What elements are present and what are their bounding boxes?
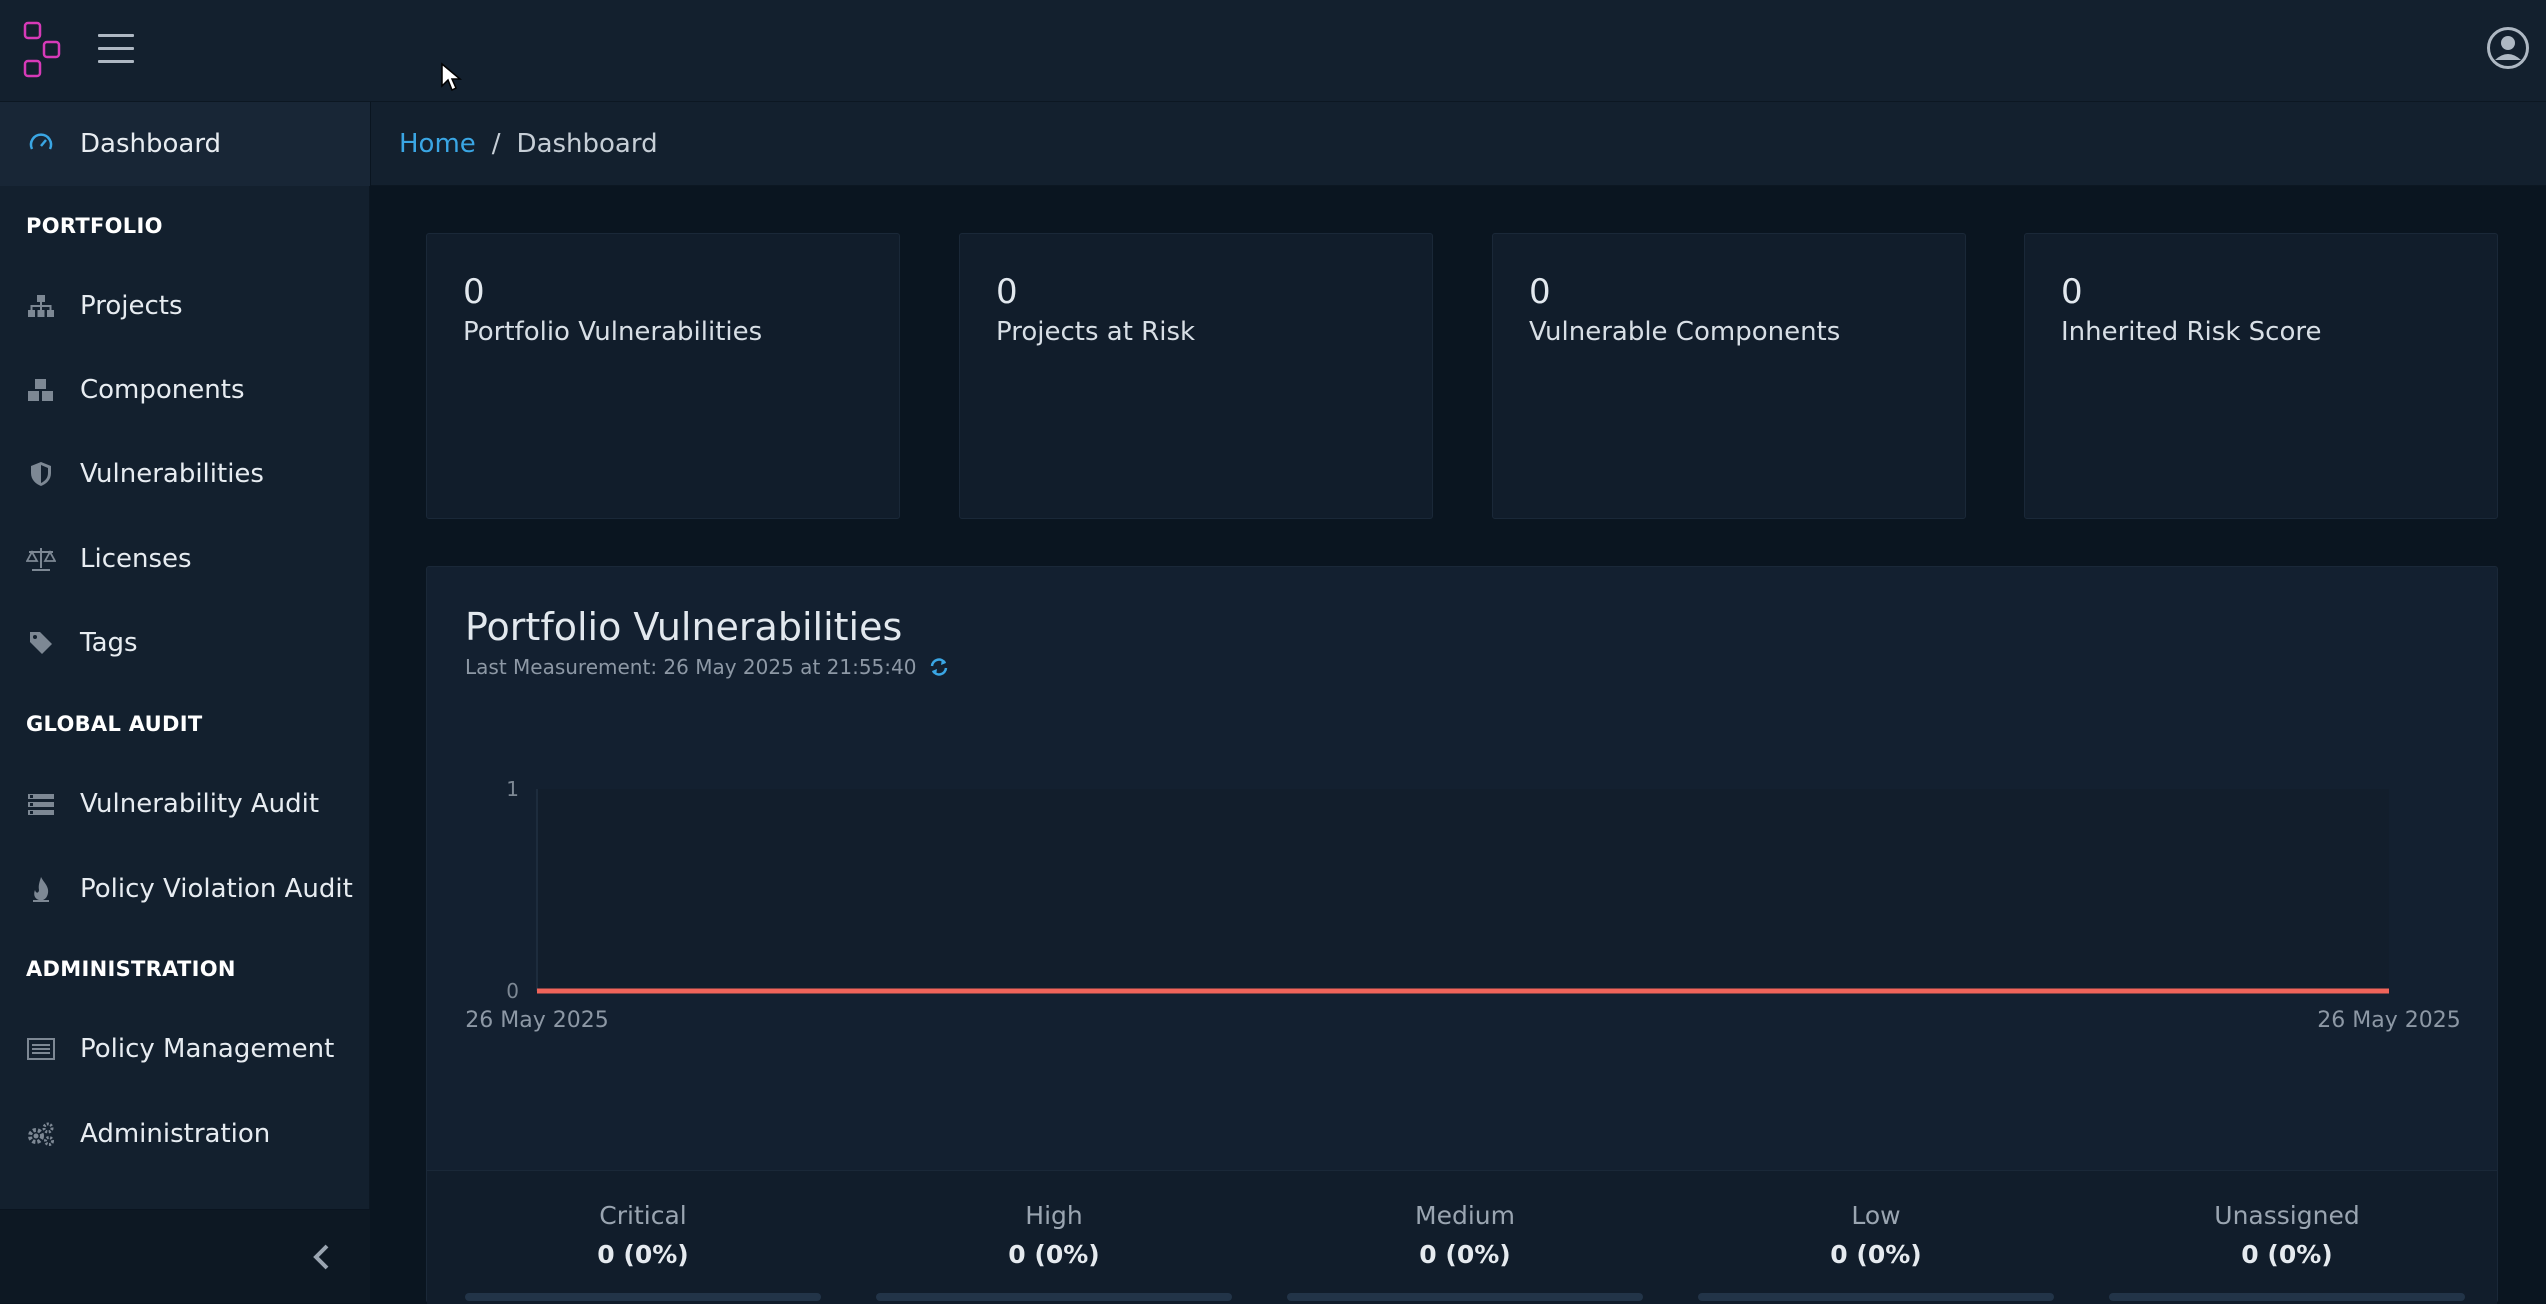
severity-critical: Critical 0 (0%) [465, 1171, 821, 1301]
severity-progress-bar [1287, 1293, 1643, 1301]
chart-x-tick-label: 26 May 2025 [2317, 1008, 2460, 1033]
severity-summary: Critical 0 (0%) High 0 (0%) Medium 0 (0%… [427, 1170, 2497, 1304]
severity-progress-bar [1698, 1293, 2054, 1301]
severity-progress-bar [876, 1293, 1232, 1301]
dependency-track-logo[interactable] [22, 20, 62, 80]
card-value: 0 [463, 272, 485, 312]
cubes-icon [26, 375, 56, 405]
chart-y-tick-label: 0 [506, 979, 519, 1003]
section-administration: ADMINISTRATION [26, 957, 236, 981]
mouse-cursor-icon [441, 62, 462, 92]
card-vulnerable-components: 0 Vulnerable Components [1492, 233, 1966, 519]
last-measurement-text: Last Measurement: 26 May 2025 at 21:55:4… [465, 655, 917, 679]
sidebar-item-licenses[interactable]: Licenses [0, 517, 370, 601]
last-measurement: Last Measurement: 26 May 2025 at 21:55:4… [465, 655, 950, 679]
severity-label: Medium [1415, 1201, 1515, 1230]
card-inherited-risk-score: 0 Inherited Risk Score [2024, 233, 2498, 519]
shield-icon [26, 459, 56, 489]
severity-value: 0 (0%) [1830, 1240, 1922, 1269]
speedometer-icon [26, 129, 56, 159]
list-alt-icon [26, 1034, 56, 1064]
sitemap-icon [26, 291, 56, 321]
user-circle-icon[interactable] [2486, 26, 2530, 70]
card-value: 0 [2061, 272, 2083, 312]
card-projects-at-risk: 0 Projects at Risk [959, 233, 1433, 519]
balance-scale-icon [26, 544, 56, 574]
sidebar-item-components[interactable]: Components [0, 348, 370, 432]
section-portfolio: PORTFOLIO [26, 214, 163, 238]
severity-value: 0 (0%) [1008, 1240, 1100, 1269]
severity-value: 0 (0%) [2241, 1240, 2333, 1269]
severity-unassigned: Unassigned 0 (0%) [2109, 1171, 2465, 1301]
sidebar-item-projects[interactable]: Projects [0, 264, 370, 348]
sidebar-item-vulnerabilities[interactable]: Vulnerabilities [0, 432, 370, 516]
breadcrumb-home-link[interactable]: Home [399, 129, 476, 159]
fire-icon [26, 874, 56, 904]
breadcrumb-current: Dashboard [516, 128, 658, 159]
severity-label: Critical [599, 1201, 687, 1230]
section-global-audit: GLOBAL AUDIT [26, 712, 203, 736]
breadcrumb-separator: / [491, 128, 501, 159]
chevron-left-icon[interactable] [308, 1242, 336, 1272]
sidebar-item-policy-violation-audit[interactable]: Policy Violation Audit [0, 847, 370, 931]
sidebar-item-vulnerability-audit[interactable]: Vulnerability Audit [0, 762, 370, 846]
top-header [0, 0, 2546, 102]
severity-label: Unassigned [2214, 1201, 2360, 1230]
hamburger-icon[interactable] [98, 34, 134, 64]
chart-plot-area [537, 789, 2389, 991]
card-title: Projects at Risk [996, 317, 1196, 348]
card-value: 0 [996, 272, 1018, 312]
sidebar: Dashboard PORTFOLIO Projects Components … [0, 102, 370, 1303]
severity-high: High 0 (0%) [876, 1171, 1232, 1301]
sidebar-item-tags[interactable]: Tags [0, 601, 370, 685]
severity-medium: Medium 0 (0%) [1287, 1171, 1643, 1301]
severity-progress-bar [2109, 1293, 2465, 1301]
refresh-icon[interactable] [928, 656, 950, 678]
breadcrumb: Home / Dashboard [371, 102, 2546, 186]
list-icon [26, 789, 56, 819]
sidebar-footer [0, 1209, 370, 1303]
severity-value: 0 (0%) [1419, 1240, 1511, 1269]
severity-progress-bar [465, 1293, 821, 1301]
severity-label: Low [1851, 1201, 1901, 1230]
sidebar-item-administration[interactable]: Administration [0, 1092, 370, 1176]
severity-value: 0 (0%) [597, 1240, 689, 1269]
severity-label: High [1025, 1201, 1083, 1230]
card-value: 0 [1529, 272, 1551, 312]
sidebar-item-policy-management[interactable]: Policy Management [0, 1007, 370, 1091]
chart-y-tick-label: 1 [506, 777, 519, 801]
vulnerability-chart: 1 0 26 May 2025 26 May 2025 [465, 777, 2460, 1033]
severity-low: Low 0 (0%) [1698, 1171, 2054, 1301]
panel-title: Portfolio Vulnerabilities [465, 605, 903, 649]
card-title: Inherited Risk Score [2061, 317, 2322, 348]
tag-icon [26, 628, 56, 658]
card-title: Portfolio Vulnerabilities [463, 317, 763, 348]
portfolio-vulnerabilities-panel: Portfolio Vulnerabilities Last Measureme… [426, 566, 2498, 1304]
chart-x-tick-label: 26 May 2025 [465, 1008, 608, 1033]
card-portfolio-vulnerabilities: 0 Portfolio Vulnerabilities [426, 233, 900, 519]
card-title: Vulnerable Components [1529, 317, 1841, 348]
cogs-icon [26, 1119, 56, 1149]
sidebar-item-dashboard[interactable]: Dashboard [0, 102, 370, 186]
